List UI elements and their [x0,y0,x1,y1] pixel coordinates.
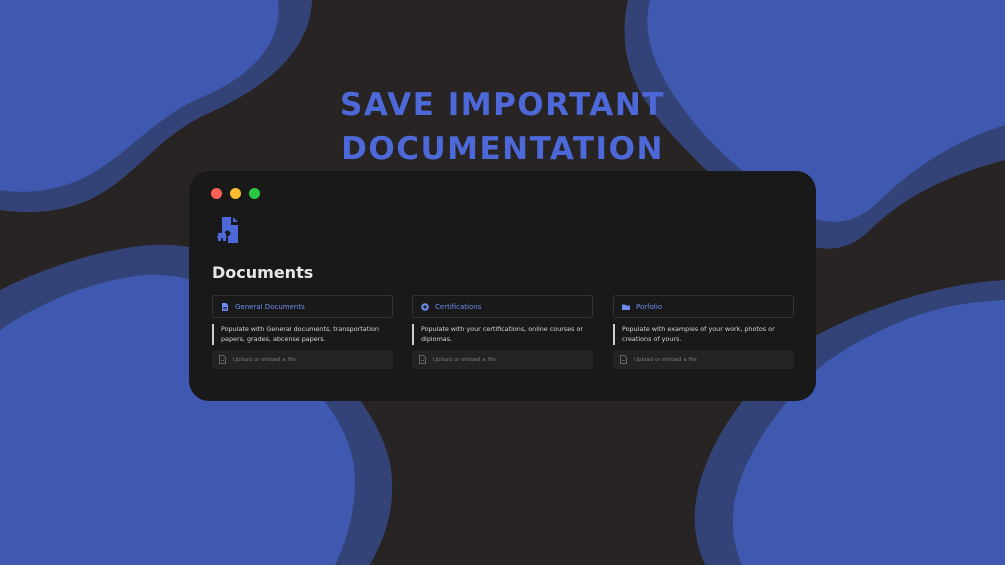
maximize-button[interactable] [249,188,260,199]
folder-icon [622,304,630,310]
upload-label: Upload or embed a file [634,356,697,363]
card-title: General Documents [235,302,305,311]
card-description: Populate with examples of your work, pho… [613,324,794,345]
card-header[interactable]: Porfolio [613,295,794,318]
file-icon [620,355,627,364]
page-title: Documents [212,263,314,282]
card-portfolio: Porfolio Populate with examples of your … [613,295,794,369]
badge-icon [421,302,429,311]
card-title: Porfolio [636,302,663,311]
upload-file-button[interactable]: Upload or embed a file [412,350,593,369]
window-controls [211,188,260,199]
card-general-documents: General Documents Populate with General … [212,295,393,369]
document-icon [222,302,228,311]
upload-file-button[interactable]: Upload or embed a file [613,350,794,369]
close-button[interactable] [211,188,222,199]
file-icon [419,355,426,364]
minimize-button[interactable] [230,188,241,199]
upload-label: Upload or embed a file [433,356,496,363]
upload-label: Upload or embed a file [233,356,296,363]
document-puzzle-icon [217,217,238,243]
file-icon [219,355,226,364]
upload-file-button[interactable]: Upload or embed a file [212,350,393,369]
headline-line-2: DOCUMENTATION [341,131,664,167]
headline-line-1: SAVE IMPORTANT [340,87,665,123]
card-header[interactable]: General Documents [212,295,393,318]
card-description: Populate with General documents, transpo… [212,324,393,345]
card-header[interactable]: Certifications [412,295,593,318]
card-certifications: Certifications Populate with your certif… [412,295,593,369]
card-description: Populate with your certifications, onlin… [412,324,593,345]
card-title: Certifications [435,302,482,311]
app-window: Documents General Documents Populate wit… [189,171,816,401]
